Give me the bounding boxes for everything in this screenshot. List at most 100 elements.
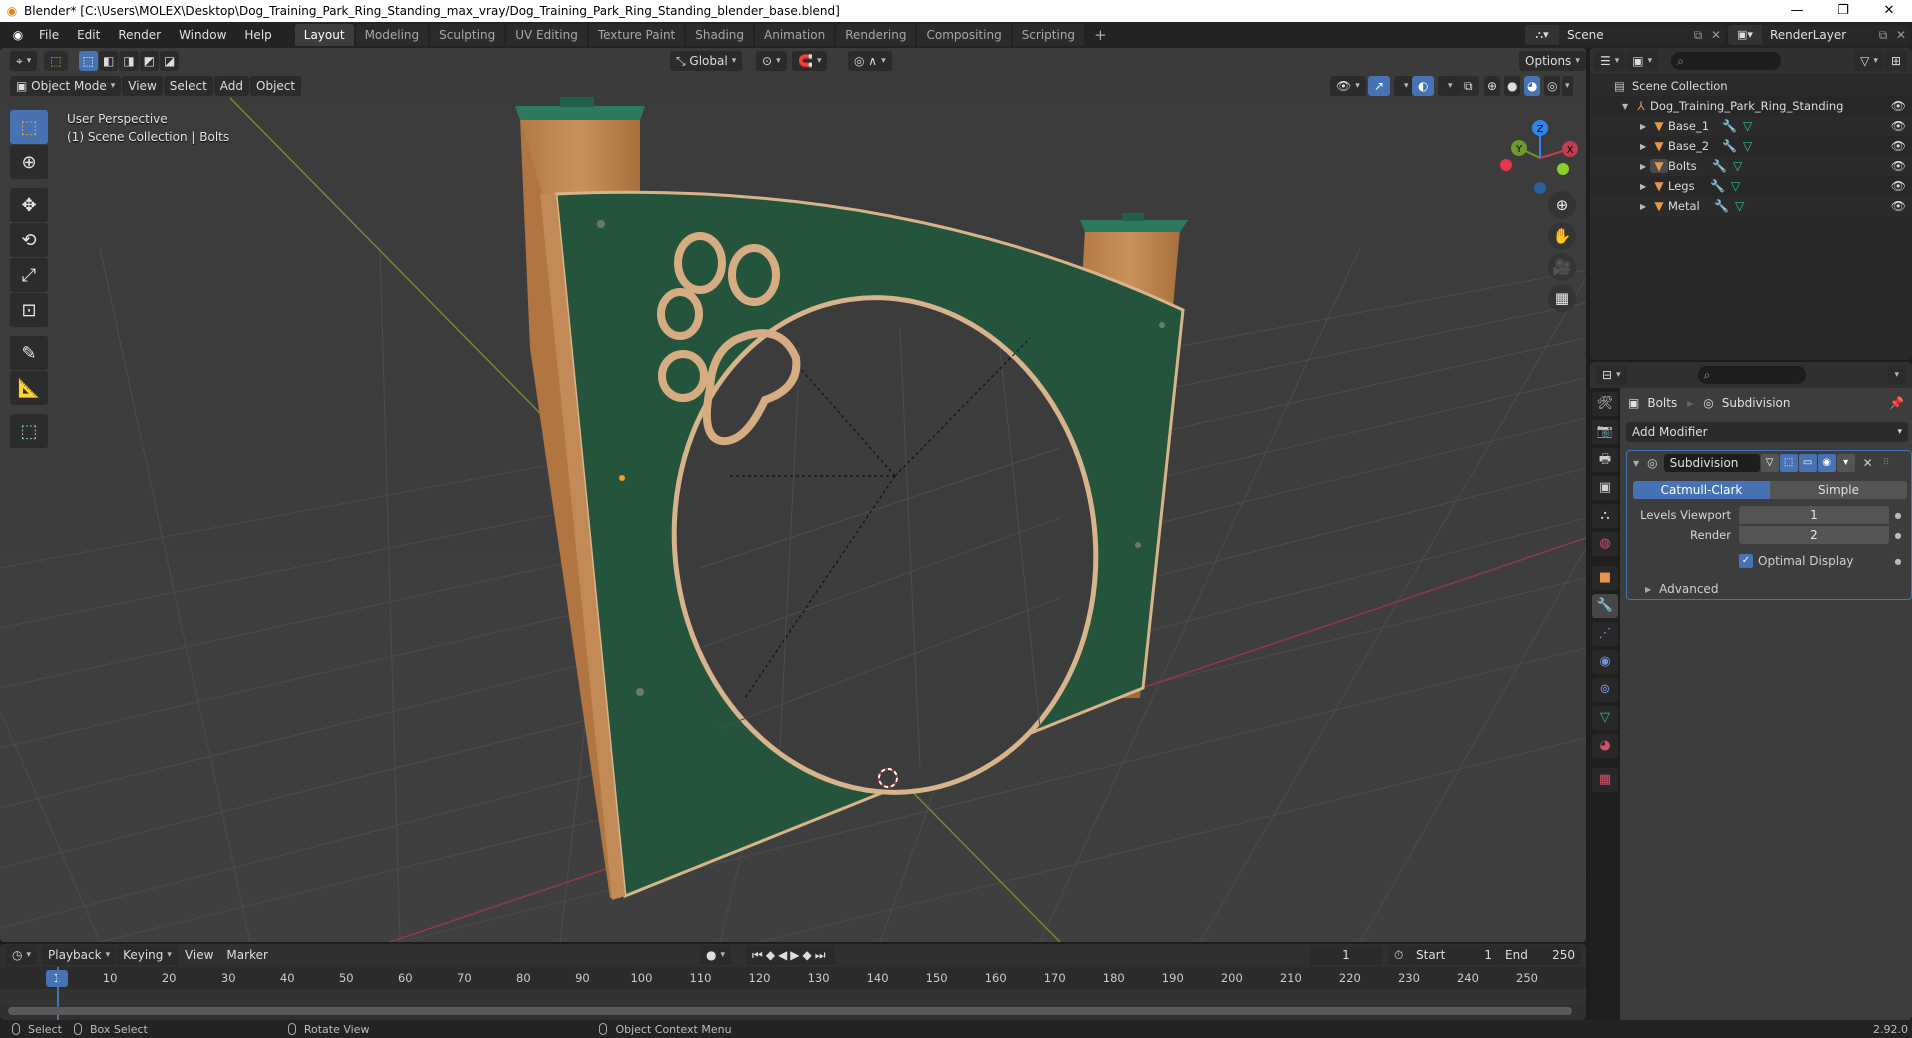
tab-texture-icon[interactable]: ▦ bbox=[1592, 768, 1618, 792]
remove-scene-icon[interactable]: ✕ bbox=[1707, 28, 1725, 42]
tab-layout[interactable]: Layout bbox=[294, 24, 354, 46]
shading-dropdown[interactable]: ▾ bbox=[1562, 76, 1573, 96]
render-levels-field[interactable]: 2 bbox=[1739, 526, 1889, 544]
scene-name[interactable]: Scene bbox=[1559, 28, 1689, 42]
tab-compositing[interactable]: Compositing bbox=[917, 24, 1011, 46]
timeline-editor-type-icon[interactable]: ◷ ▾ bbox=[6, 945, 38, 965]
outliner-item[interactable]: ▶ ▼ Base_2 🔧 ▽ 👁 bbox=[1590, 136, 1912, 156]
tool-cursor[interactable]: ⊕ bbox=[10, 145, 48, 179]
timeline-scrollbar[interactable] bbox=[8, 1007, 1572, 1015]
tab-view-layer-icon[interactable]: ▣ bbox=[1592, 476, 1618, 500]
shading-wireframe[interactable]: ⊕ bbox=[1484, 76, 1501, 96]
menu-edit[interactable]: Edit bbox=[68, 22, 109, 48]
outliner-item[interactable]: ▶ ▼ Legs 🔧 ▽ 👁 bbox=[1590, 176, 1912, 196]
modifier-wrench-icon[interactable]: 🔧 bbox=[1714, 199, 1729, 213]
play-reverse-icon[interactable]: ◀ bbox=[778, 948, 790, 962]
menu-object[interactable]: Object bbox=[250, 76, 302, 96]
collection-row[interactable]: ▼ ⅄ Dog_Training_Park_Ring_Standing 👁 bbox=[1590, 96, 1912, 116]
tab-modeling[interactable]: Modeling bbox=[355, 24, 429, 46]
simple-button[interactable]: Simple bbox=[1770, 481, 1907, 499]
gizmo-toggle[interactable]: ↗ bbox=[1368, 76, 1391, 96]
select-mode-extend-icon[interactable]: ◧ bbox=[98, 51, 119, 71]
visibility-dropdown[interactable]: 👁 ▾ bbox=[1330, 76, 1366, 96]
pan-view-icon[interactable]: ✋ bbox=[1548, 222, 1576, 250]
keyframe-dot-icon[interactable]: ● bbox=[1889, 531, 1907, 540]
properties-editor-type-icon[interactable]: ⊟ ▾ bbox=[1596, 365, 1627, 385]
filter-icon[interactable]: ▽ ▾ bbox=[1854, 51, 1884, 71]
tool-rotate[interactable]: ⟲ bbox=[10, 223, 48, 257]
scene-selector[interactable]: ⛬▾ Scene ⧉ ✕ bbox=[1525, 25, 1725, 45]
remove-view-layer-icon[interactable]: ✕ bbox=[1892, 28, 1910, 42]
outliner-search-input[interactable]: ⌕ bbox=[1671, 52, 1782, 70]
mode-dropdown[interactable]: ▣ Object Mode ▾ bbox=[10, 76, 122, 96]
visibility-eye-icon[interactable]: 👁 bbox=[1891, 179, 1906, 193]
gizmo-neg-x[interactable] bbox=[1500, 159, 1512, 171]
modifier-wrench-icon[interactable]: 🔧 bbox=[1722, 119, 1737, 133]
tool-select-box[interactable]: ⬚ bbox=[10, 110, 48, 144]
overlays-toggle[interactable]: ◐ bbox=[1412, 76, 1435, 96]
jump-start-icon[interactable]: ⏮ bbox=[752, 948, 766, 963]
select-mode-intersect-icon[interactable]: ◪ bbox=[160, 51, 180, 71]
mesh-data-icon[interactable]: ▽ bbox=[1743, 139, 1752, 153]
tab-constraints-icon[interactable]: ⊚ bbox=[1592, 678, 1618, 702]
tab-uv-editing[interactable]: UV Editing bbox=[506, 24, 587, 46]
maximize-button[interactable]: ❐ bbox=[1820, 0, 1866, 22]
tab-scripting[interactable]: Scripting bbox=[1012, 24, 1085, 46]
menu-window[interactable]: Window bbox=[170, 22, 235, 48]
tab-particles-icon[interactable]: ⋰ bbox=[1592, 622, 1618, 646]
properties-search-input[interactable]: ⌕ bbox=[1697, 366, 1806, 384]
drag-handle-icon[interactable]: ⠿ bbox=[1883, 458, 1890, 468]
outliner-item[interactable]: ▶ ▼ Metal 🔧 ▽ 👁 bbox=[1590, 196, 1912, 216]
gizmo-neg-y[interactable] bbox=[1557, 163, 1569, 175]
shading-rendered[interactable]: ◎ bbox=[1544, 76, 1561, 96]
use-preview-range-icon[interactable]: ⏱ bbox=[1388, 945, 1410, 965]
tool-add-cube[interactable]: ⬚ bbox=[10, 414, 48, 448]
expand-right-icon[interactable]: ▶ bbox=[1640, 202, 1650, 211]
tab-output-icon[interactable]: 🖶 bbox=[1592, 448, 1618, 472]
scene-collection-row[interactable]: ▤ Scene Collection bbox=[1590, 76, 1912, 96]
tab-object-icon[interactable]: ■ bbox=[1592, 566, 1618, 590]
edit-mode-toggle-icon[interactable]: ▽ bbox=[1760, 454, 1779, 472]
menu-select[interactable]: Select bbox=[163, 76, 213, 96]
mesh-data-icon[interactable]: ▽ bbox=[1731, 179, 1740, 193]
tab-animation[interactable]: Animation bbox=[755, 24, 835, 46]
start-frame-field[interactable]: Start 1 bbox=[1410, 945, 1498, 965]
optimal-display-checkbox[interactable]: ✓ bbox=[1739, 554, 1753, 568]
timeline-track[interactable] bbox=[0, 989, 1586, 1005]
modifier-wrench-icon[interactable]: 🔧 bbox=[1710, 179, 1725, 193]
menu-help[interactable]: Help bbox=[235, 22, 280, 48]
view-layer-name[interactable]: RenderLayer bbox=[1762, 28, 1874, 42]
properties-options-dropdown[interactable]: ▾ bbox=[1888, 365, 1905, 385]
keying-menu[interactable]: Keying ▾ bbox=[117, 945, 178, 965]
menu-file[interactable]: File bbox=[30, 22, 68, 48]
keyframe-dot-icon[interactable]: ● bbox=[1889, 511, 1907, 520]
outliner-item[interactable]: ▶ ▼ Base_1 🔧 ▽ 👁 bbox=[1590, 116, 1912, 136]
timeline-ruler[interactable]: 1 10203040506070809010011012013014015016… bbox=[0, 967, 1586, 989]
tab-physics-icon[interactable]: ◉ bbox=[1592, 650, 1618, 674]
tool-annotate[interactable]: ✎ bbox=[10, 336, 48, 370]
expand-right-icon[interactable]: ▶ bbox=[1640, 142, 1650, 151]
xray-toggle[interactable]: ⧉ bbox=[1458, 76, 1479, 96]
menu-add[interactable]: Add bbox=[213, 76, 250, 96]
new-collection-icon[interactable]: ⊞ bbox=[1884, 51, 1907, 71]
overlays-dropdown[interactable]: ▾ bbox=[1438, 76, 1459, 96]
editor-type-icon[interactable]: ⌖ ▾ bbox=[10, 51, 38, 71]
end-frame-field[interactable]: End 250 bbox=[1499, 945, 1581, 965]
timeline-view-menu[interactable]: View bbox=[179, 945, 219, 965]
prev-keyframe-icon[interactable]: ◆ bbox=[766, 948, 778, 962]
jump-end-icon[interactable]: ⏭ bbox=[815, 948, 829, 963]
shading-solid[interactable]: ● bbox=[1504, 76, 1521, 96]
collapse-icon[interactable]: ▼ bbox=[1633, 459, 1639, 468]
ortho-toggle-icon[interactable]: ▦ bbox=[1548, 284, 1576, 312]
keyframe-dot-icon[interactable]: ● bbox=[1889, 557, 1907, 566]
tool-move[interactable]: ✥ bbox=[10, 188, 48, 222]
tab-material-icon[interactable]: ◕ bbox=[1592, 734, 1618, 758]
tab-tool-icon[interactable]: 🛠 bbox=[1592, 392, 1618, 416]
visibility-eye-icon[interactable]: 👁 bbox=[1891, 159, 1906, 173]
tab-data-icon[interactable]: ▽ bbox=[1592, 706, 1618, 730]
outliner-editor-type-icon[interactable]: ☰ ▾ bbox=[1594, 51, 1626, 71]
outliner-item-selected[interactable]: ▶ ▼ Bolts 🔧 ▽ 👁 bbox=[1590, 156, 1912, 176]
proportional-edit-toggle[interactable]: ◎ ∧ ▾ bbox=[848, 51, 892, 71]
timeline-marker-menu[interactable]: Marker bbox=[220, 945, 273, 965]
gizmo-neg-z[interactable] bbox=[1534, 182, 1546, 194]
